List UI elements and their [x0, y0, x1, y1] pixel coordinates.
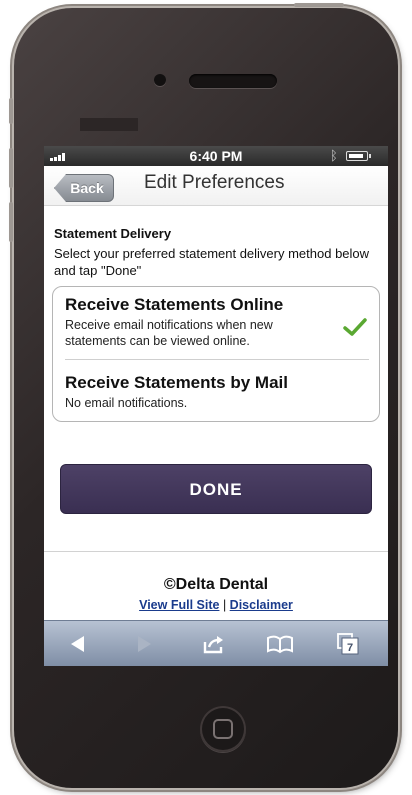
back-button[interactable]: Back — [54, 174, 114, 202]
intro-section: Statement Delivery Select your preferred… — [54, 226, 374, 279]
volume-up-button — [9, 148, 13, 188]
section-heading: Statement Delivery — [54, 226, 172, 241]
footer-links: View Full Site | Disclaimer — [44, 598, 388, 612]
status-time: 6:40 PM — [189, 148, 243, 164]
phone-screen: 6:40 PM ᛒ Back Edit Preferences Statemen… — [44, 146, 388, 666]
view-full-site-link[interactable]: View Full Site — [139, 598, 219, 612]
tabs-count: 7 — [347, 642, 353, 654]
signal-bars-icon — [50, 153, 72, 161]
option-mail-statements[interactable]: Receive Statements by Mail No email noti… — [65, 373, 365, 411]
section-instructions: Select your preferred statement delivery… — [54, 246, 370, 278]
checkmark-icon — [343, 318, 367, 336]
forward-arrow-icon[interactable] — [132, 633, 156, 655]
mute-switch — [9, 98, 13, 124]
bookmarks-icon[interactable] — [266, 633, 294, 655]
bluetooth-icon: ᛒ — [330, 148, 338, 163]
earpiece-speaker — [189, 74, 277, 88]
disclaimer-link[interactable]: Disclaimer — [230, 598, 293, 612]
option-divider — [65, 359, 369, 360]
delivery-options-list: Receive Statements Online Receive email … — [52, 286, 380, 422]
option-description: Receive email notifications when new sta… — [65, 318, 273, 348]
done-button[interactable]: DONE — [60, 464, 372, 514]
power-button — [294, 3, 344, 7]
battery-icon — [346, 151, 371, 161]
footer-divider — [44, 551, 388, 552]
back-arrow-icon[interactable] — [66, 633, 90, 655]
browser-toolbar: 7 — [44, 620, 388, 666]
tabs-icon[interactable]: 7 — [336, 633, 360, 655]
option-title: Receive Statements Online — [65, 295, 284, 314]
navigation-bar: Back Edit Preferences — [44, 166, 388, 206]
page-title: Edit Preferences — [144, 172, 285, 193]
copyright-text: ©Delta Dental — [163, 576, 269, 593]
home-square-icon — [213, 719, 233, 739]
option-online-statements[interactable]: Receive Statements Online Receive email … — [65, 295, 367, 349]
home-button[interactable] — [200, 706, 246, 752]
front-camera — [154, 74, 166, 86]
proximity-sensor — [80, 118, 138, 131]
option-description: No email notifications. — [65, 396, 188, 410]
share-icon[interactable] — [202, 633, 226, 655]
link-separator: | — [222, 598, 227, 612]
volume-down-button — [9, 202, 13, 242]
option-title: Receive Statements by Mail — [65, 373, 288, 392]
status-bar: 6:40 PM ᛒ — [44, 146, 388, 166]
